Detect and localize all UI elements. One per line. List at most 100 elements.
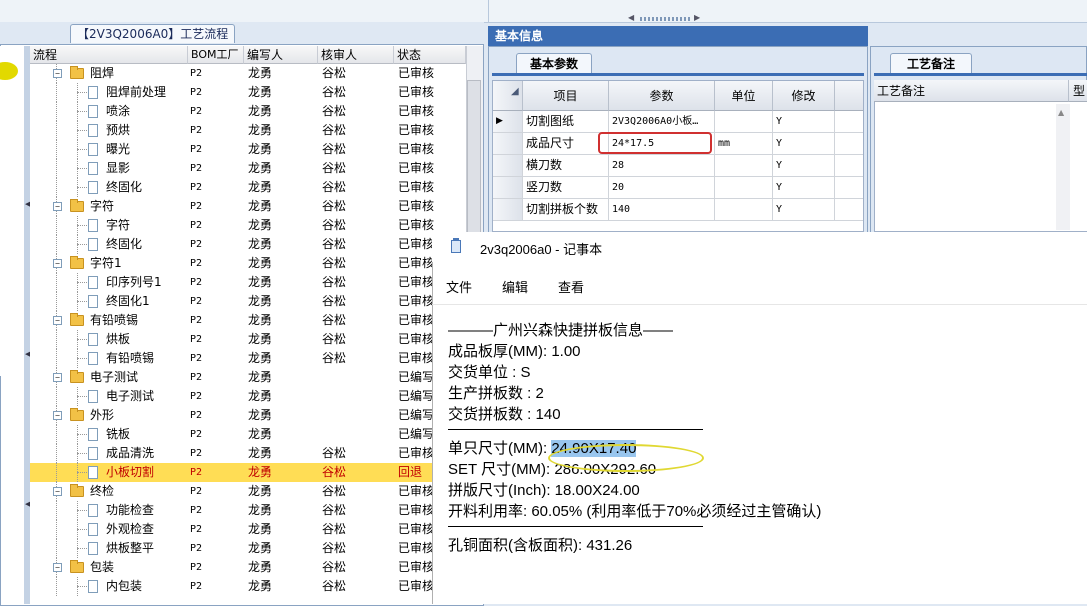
tree-row[interactable]: 有铅喷锡 P2 龙勇 谷松 已审核 xyxy=(30,349,466,368)
tree-line xyxy=(77,111,87,112)
tree-node-label: 字符1 xyxy=(90,256,122,270)
menu-edit[interactable]: 编辑 xyxy=(502,277,528,296)
text-line: 交货拼板数 : 140 xyxy=(448,406,561,423)
tab-basic-params[interactable]: 基本参数 xyxy=(516,53,592,74)
collapse-right-icon[interactable]: ▶ xyxy=(694,13,700,22)
param-row[interactable]: 切割拼板个数 140 Y xyxy=(493,199,863,221)
scroll-up-icon[interactable]: ▲ xyxy=(1058,108,1064,117)
tree-row[interactable]: 显影 P2 龙勇 谷松 已审核 xyxy=(30,159,466,178)
unit-cell[interactable] xyxy=(715,177,773,198)
folder-icon xyxy=(70,408,84,421)
param-cell[interactable]: 20 xyxy=(609,177,715,198)
collapse-toggle-icon[interactable]: − xyxy=(53,259,62,268)
document-icon xyxy=(88,181,98,194)
tree-row[interactable]: 阻焊前处理 P2 龙勇 谷松 已审核 xyxy=(30,83,466,102)
tree-row[interactable]: − 终检 P2 龙勇 谷松 已审核 xyxy=(30,482,466,501)
tab-process-notes[interactable]: 工艺备注 xyxy=(890,53,972,74)
col-header-flow[interactable]: 流程 xyxy=(30,46,188,64)
modify-cell[interactable]: Y xyxy=(773,199,835,220)
status-cell: 已审核 xyxy=(398,104,435,118)
tree-node-label: 显影 xyxy=(106,161,131,175)
modify-cell[interactable]: Y xyxy=(773,177,835,198)
tree-row[interactable]: 曝光 P2 龙勇 谷松 已审核 xyxy=(30,140,466,159)
grid-corner[interactable]: ◢ xyxy=(493,81,523,111)
tree-row[interactable]: − 有铅喷锡 P2 龙勇 谷松 已审核 xyxy=(30,311,466,330)
collapse-toggle-icon[interactable]: − xyxy=(53,563,62,572)
tree-line xyxy=(56,235,57,254)
unit-cell[interactable] xyxy=(715,199,773,220)
writer-cell: 龙勇 xyxy=(248,351,273,365)
tree-row[interactable]: − 字符1 P2 龙勇 谷松 已审核 xyxy=(30,254,466,273)
menu-file[interactable]: 文件 xyxy=(446,277,472,296)
tree-node-label: 内包装 xyxy=(106,579,143,593)
collapse-toggle-icon[interactable]: − xyxy=(53,487,62,496)
row-header[interactable] xyxy=(493,177,523,198)
collapse-toggle-icon[interactable]: − xyxy=(53,202,62,211)
unit-cell[interactable]: mm xyxy=(715,133,773,154)
tree-row[interactable]: 印序列号1 P2 龙勇 谷松 已审核 xyxy=(30,273,466,292)
collapse-toggle-icon[interactable]: − xyxy=(53,373,62,382)
splitter-grip[interactable] xyxy=(640,17,690,21)
tree-row[interactable]: − 电子测试 P2 龙勇 已编写 xyxy=(30,368,466,387)
col-header-writer[interactable]: 编写人 xyxy=(244,46,318,64)
menu-view[interactable]: 查看 xyxy=(558,277,584,296)
tree-row[interactable]: 预烘 P2 龙勇 谷松 已审核 xyxy=(30,121,466,140)
tree-row[interactable]: 终固化 P2 龙勇 谷松 已审核 xyxy=(30,235,466,254)
params-grid: ◢ 项目 参数 单位 修改 ▶ 切割图纸 2V3Q2006A0小板… Y 成品尺寸 24*… xyxy=(492,80,864,232)
unit-cell[interactable] xyxy=(715,111,773,132)
param-cell[interactable]: 2V3Q2006A0小板… xyxy=(609,111,715,132)
tree-row[interactable]: − 字符 P2 龙勇 谷松 已审核 xyxy=(30,197,466,216)
notepad-text-area[interactable]: ———广州兴森快捷拼板信息—— 成品板厚(MM): 1.00 交货单位 : S … xyxy=(448,320,1078,556)
tree-row[interactable]: 功能检查 P2 龙勇 谷松 已审核 xyxy=(30,501,466,520)
tree-row[interactable]: 铣板 P2 龙勇 已编写 xyxy=(30,425,466,444)
tree-row[interactable]: 烘板整平 P2 龙勇 谷松 已审核 xyxy=(30,539,466,558)
col-header-status[interactable]: 状态 xyxy=(394,46,466,64)
tree-row[interactable]: 字符 P2 龙勇 谷松 已审核 xyxy=(30,216,466,235)
col-header-param[interactable]: 参数 xyxy=(609,81,715,111)
tree-row[interactable]: 小板切割 P2 龙勇 谷松 回退 xyxy=(30,463,466,482)
tree-row[interactable]: − 包装 P2 龙勇 谷松 已审核 xyxy=(30,558,466,577)
tree-row[interactable]: 终固化1 P2 龙勇 谷松 已审核 xyxy=(30,292,466,311)
param-row[interactable]: ▶ 切割图纸 2V3Q2006A0小板… Y xyxy=(493,111,863,133)
writer-cell: 龙勇 xyxy=(248,408,273,422)
tree-row[interactable]: 成品清洗 P2 龙勇 谷松 已审核 xyxy=(30,444,466,463)
param-row[interactable]: 竖刀数 20 Y xyxy=(493,177,863,199)
tree-row[interactable]: 外观检查 P2 龙勇 谷松 已审核 xyxy=(30,520,466,539)
param-cell[interactable]: 140 xyxy=(609,199,715,220)
reviewer-cell: 谷松 xyxy=(322,465,347,479)
tree-row[interactable]: 喷涂 P2 龙勇 谷松 已审核 xyxy=(30,102,466,121)
param-cell[interactable]: 28 xyxy=(609,155,715,176)
tree-line xyxy=(56,292,57,311)
tree-node-label: 包装 xyxy=(90,560,115,574)
tree-row[interactable]: 电子测试 P2 龙勇 已编写 xyxy=(30,387,466,406)
tree-row[interactable]: − 阻焊 P2 龙勇 谷松 已审核 xyxy=(30,64,466,83)
col-header-notes[interactable]: 工艺备注 xyxy=(874,80,1068,102)
item-cell: 切割拼板个数 xyxy=(523,199,609,220)
col-header-modify[interactable]: 修改 xyxy=(773,81,835,111)
modify-cell[interactable]: Y xyxy=(773,155,835,176)
param-row[interactable]: 横刀数 28 Y xyxy=(493,155,863,177)
collapse-toggle-icon[interactable]: − xyxy=(53,411,62,420)
tree-row[interactable]: − 外形 P2 龙勇 已编写 xyxy=(30,406,466,425)
modify-cell[interactable]: Y xyxy=(773,111,835,132)
col-header-unit[interactable]: 单位 xyxy=(715,81,773,111)
document-icon xyxy=(88,276,98,289)
col-header-bom[interactable]: BOM工厂 xyxy=(188,46,244,64)
tree-row[interactable]: 终固化 P2 龙勇 谷松 已审核 xyxy=(30,178,466,197)
unit-cell[interactable] xyxy=(715,155,773,176)
collapse-toggle-icon[interactable]: − xyxy=(53,316,62,325)
collapse-toggle-icon[interactable]: − xyxy=(53,69,62,78)
notes-scrollbar[interactable] xyxy=(1056,104,1070,230)
col-header-type[interactable]: 型 xyxy=(1068,80,1087,102)
row-header[interactable] xyxy=(493,133,523,154)
col-header-reviewer[interactable]: 核审人 xyxy=(318,46,394,64)
tab-process-flow[interactable]: 【2V3Q2006A0】工艺流程 xyxy=(70,24,236,43)
col-header-item[interactable]: 项目 xyxy=(523,81,609,111)
row-header[interactable]: ▶ xyxy=(493,111,523,132)
row-header[interactable] xyxy=(493,155,523,176)
tree-row[interactable]: 烘板 P2 龙勇 谷松 已审核 xyxy=(30,330,466,349)
tree-row[interactable]: 内包装 P2 龙勇 谷松 已审核 xyxy=(30,577,466,596)
row-header[interactable] xyxy=(493,199,523,220)
collapse-left-icon[interactable]: ◀ xyxy=(628,13,634,22)
modify-cell[interactable]: Y xyxy=(773,133,835,154)
